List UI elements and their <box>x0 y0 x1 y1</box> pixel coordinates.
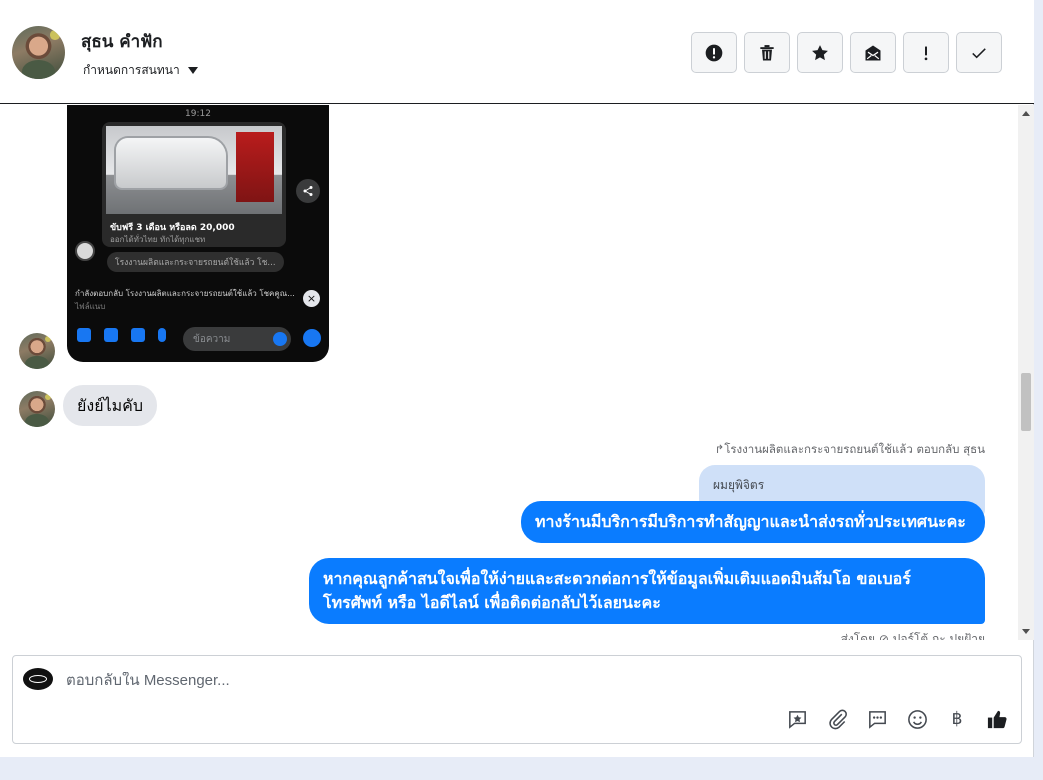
reply-note: ↱โรงงานผลิตและกระจายรถยนต์ใช้แล้ว ตอบกลั… <box>714 442 985 456</box>
reply-input[interactable] <box>66 672 766 689</box>
outgoing-message[interactable]: หากคุณลูกค้าสนใจเพื่อให้ง่ายและสะดวกต่อก… <box>309 558 985 624</box>
scroll-down-arrow[interactable] <box>1022 629 1030 634</box>
baht-icon: ฿ <box>951 709 963 729</box>
scroll-thumb[interactable] <box>1021 373 1031 431</box>
sent-by-label: ส่งโดย ⊘ ปอร์โต้ กะ ปุยฝ้าย <box>840 632 985 640</box>
screenshot-time: 19:12 <box>185 109 211 119</box>
camera-icon <box>104 328 118 342</box>
screenshot-ad-card: ขับฟรี 3 เดือน หรือลด 20,000 ออกได้ทั่วไ… <box>102 122 286 247</box>
mic-icon <box>158 328 166 342</box>
conversation-panel: สุธน คำฟัก กำหนดการสนทนา 19:12 ขับฟรี 3 … <box>0 0 1034 757</box>
payment-button[interactable]: ฿ <box>945 707 969 731</box>
page-logo <box>75 241 95 261</box>
sender-avatar <box>19 333 55 369</box>
contact-name[interactable]: สุธน คำฟัก <box>81 28 163 55</box>
reply-arrow-icon: ↱ <box>714 442 725 456</box>
alert-circle-icon <box>705 44 723 61</box>
reply-composer: ฿ <box>12 655 1022 744</box>
share-icon <box>296 179 320 203</box>
image-icon <box>131 328 145 342</box>
close-icon: × <box>303 290 320 307</box>
like-button[interactable] <box>985 707 1009 731</box>
paperclip-icon <box>828 709 847 729</box>
screenshot-page-chip: โรงงานผลิตและกระจายรถยนต์ใช้แล้ว โช... <box>107 252 284 272</box>
follow-up-button[interactable] <box>903 32 949 73</box>
screenshot-toolbar <box>77 328 166 342</box>
message-thread[interactable]: 19:12 ขับฟรี 3 เดือน หรือลด 20,000 ออกได… <box>0 105 1018 640</box>
incoming-message[interactable]: ยังย์ไมคับ <box>63 385 158 426</box>
mark-done-button[interactable] <box>956 32 1002 73</box>
exclamation-icon <box>924 45 928 60</box>
delete-button[interactable] <box>744 32 790 73</box>
conversation-header: สุธน คำฟัก กำหนดการสนทนา <box>0 0 1034 104</box>
menu-icon <box>303 329 321 347</box>
trash-icon <box>760 44 774 60</box>
chat-bubble-icon <box>868 710 886 729</box>
scroll-up-arrow[interactable] <box>1022 111 1030 116</box>
star-icon <box>812 44 828 60</box>
apps-icon <box>77 328 91 342</box>
thread-scrollbar[interactable] <box>1018 105 1034 640</box>
conversation-settings-dropdown[interactable]: กำหนดการสนทนา <box>83 61 198 80</box>
emoji-icon <box>273 332 287 346</box>
check-icon <box>972 47 986 58</box>
smiley-icon <box>907 709 927 729</box>
screenshot-card-subtitle: ออกได้ทั่วไทย ทักได้ทุกแชท <box>110 235 206 244</box>
attach-file-button[interactable] <box>825 707 849 731</box>
saved-reply-button[interactable] <box>785 707 809 731</box>
screenshot-card-title: ขับฟรี 3 เดือน หรือลด 20,000 <box>110 223 235 233</box>
car-image <box>106 126 282 214</box>
outgoing-message[interactable]: ทางร้านมีบริการมีบริการทำสัญญาและนำส่งรถ… <box>521 501 985 543</box>
page-logo-icon <box>23 668 53 690</box>
attached-phone-screenshot[interactable]: 19:12 ขับฟรี 3 เดือน หรือลด 20,000 ออกได… <box>67 105 329 362</box>
quick-reply-button[interactable] <box>865 707 889 731</box>
star-button[interactable] <box>797 32 843 73</box>
contact-avatar[interactable] <box>12 26 65 79</box>
header-actions <box>691 32 1002 73</box>
mark-unread-icon <box>865 45 881 60</box>
emoji-button[interactable] <box>905 707 929 731</box>
screenshot-replying-sub: ไฟล์แนบ <box>75 302 106 311</box>
report-spam-button[interactable] <box>691 32 737 73</box>
thumbs-up-icon <box>987 710 1007 728</box>
screenshot-replying-to: กำลังตอบกลับ โรงงานผลิตและกระจายรถยนต์ใช… <box>75 289 295 298</box>
sender-avatar <box>19 391 55 427</box>
mark-unread-button[interactable] <box>850 32 896 73</box>
caret-down-icon <box>187 67 198 74</box>
composer-tools: ฿ <box>785 707 1009 731</box>
conversation-settings-label: กำหนดการสนทนา <box>83 63 180 77</box>
saved-reply-icon <box>788 710 806 729</box>
